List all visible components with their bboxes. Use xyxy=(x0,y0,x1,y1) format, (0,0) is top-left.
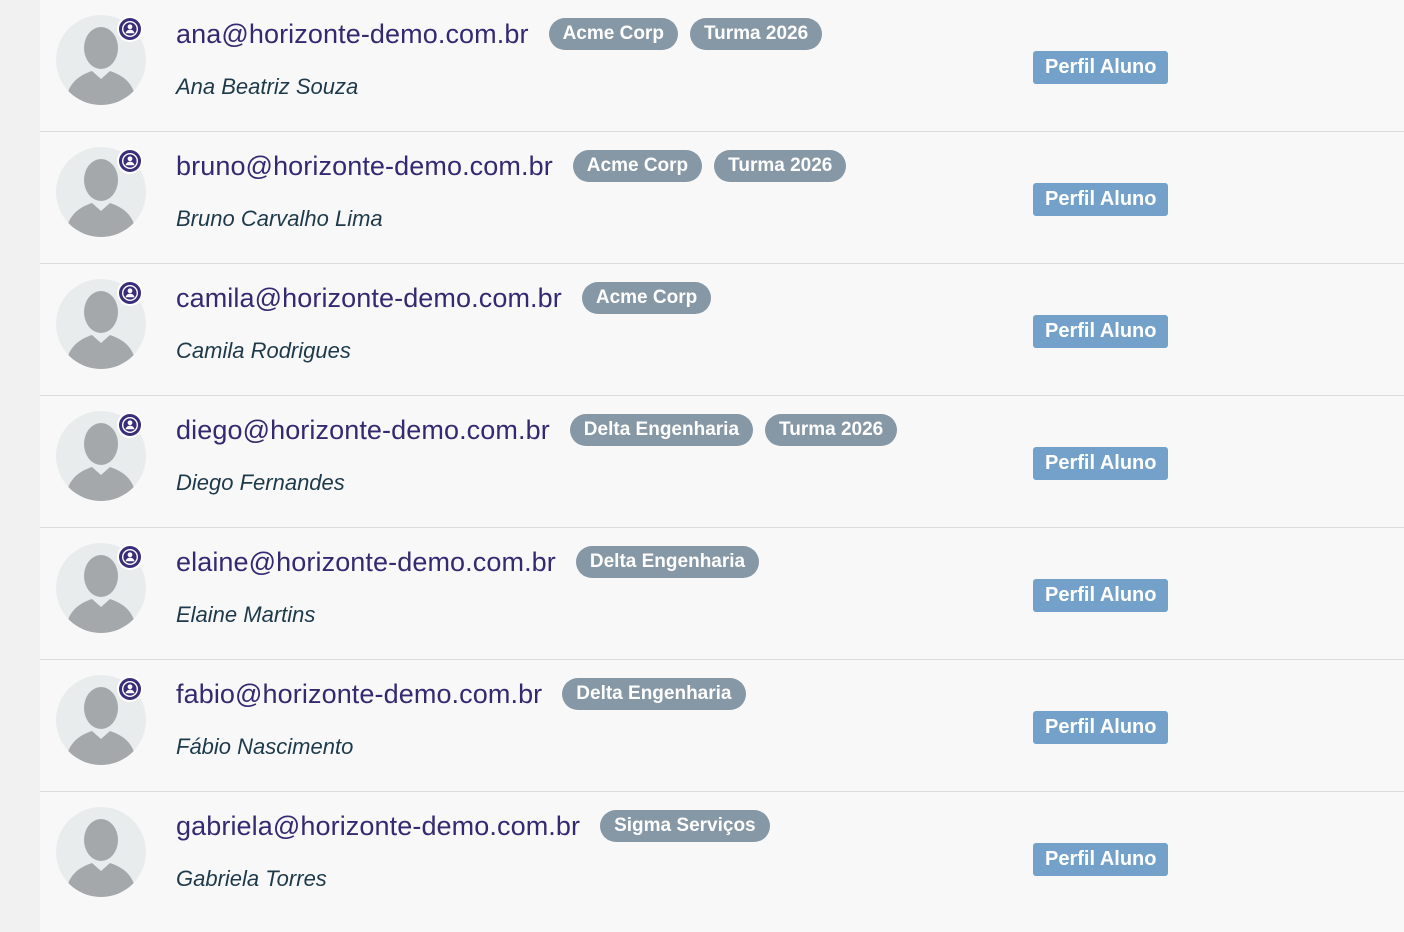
user-circle-icon xyxy=(119,282,141,304)
email-line: elaine@horizonte-demo.com.br Delta Engen… xyxy=(176,546,771,578)
group-tag: Delta Engenharia xyxy=(562,678,746,710)
user-full-name: Elaine Martins xyxy=(176,602,316,627)
avatar[interactable] xyxy=(56,807,146,897)
user-full-name: Camila Rodrigues xyxy=(176,338,351,363)
tag-group: Acme Corp xyxy=(581,282,723,314)
user-status-badge xyxy=(117,412,143,438)
profile-button[interactable]: Perfil Aluno xyxy=(1033,183,1169,216)
tag-group: Sigma Serviços xyxy=(600,810,782,842)
user-email[interactable]: gabriela@horizonte-demo.com.br xyxy=(176,811,580,842)
group-tag: Delta Engenharia xyxy=(569,414,754,446)
tag-group: Delta Engenharia xyxy=(575,546,771,578)
group-tag: Delta Engenharia xyxy=(575,546,760,578)
user-full-name: Ana Beatriz Souza xyxy=(176,74,359,99)
user-status-badge xyxy=(117,280,143,306)
user-full-name: Gabriela Torres xyxy=(176,866,327,891)
user-full-name: Bruno Carvalho Lima xyxy=(176,206,383,231)
group-tag: Turma 2026 xyxy=(714,150,847,182)
user-email[interactable]: ana@horizonte-demo.com.br xyxy=(176,19,529,50)
user-row[interactable]: ana@horizonte-demo.com.br Acme Corp Turma… xyxy=(40,0,1404,132)
email-line: bruno@horizonte-demo.com.br Acme Corp Tur… xyxy=(176,150,858,182)
user-list: ana@horizonte-demo.com.br Acme Corp Turma… xyxy=(40,0,1404,932)
profile-button[interactable]: Perfil Aluno xyxy=(1033,51,1169,84)
user-status-badge xyxy=(117,16,143,42)
group-tag: Acme Corp xyxy=(572,150,703,182)
user-row[interactable]: fabio@horizonte-demo.com.br Delta Engenh… xyxy=(40,660,1404,792)
profile-button[interactable]: Perfil Aluno xyxy=(1033,315,1169,348)
user-email[interactable]: diego@horizonte-demo.com.br xyxy=(176,415,550,446)
user-circle-icon xyxy=(119,678,141,700)
profile-button[interactable]: Perfil Aluno xyxy=(1033,711,1169,744)
person-silhouette-icon xyxy=(66,819,136,897)
user-email[interactable]: bruno@horizonte-demo.com.br xyxy=(176,151,553,182)
group-tag: Sigma Serviços xyxy=(600,810,770,842)
email-line: gabriela@horizonte-demo.com.br Sigma Ser… xyxy=(176,810,782,842)
email-line: fabio@horizonte-demo.com.br Delta Engenh… xyxy=(176,678,758,710)
profile-button[interactable]: Perfil Aluno xyxy=(1033,843,1169,876)
user-row[interactable]: diego@horizonte-demo.com.br Delta Engenh… xyxy=(40,396,1404,528)
user-status-badge xyxy=(117,544,143,570)
user-row[interactable]: bruno@horizonte-demo.com.br Acme Corp Tur… xyxy=(40,132,1404,264)
user-email[interactable]: fabio@horizonte-demo.com.br xyxy=(176,679,542,710)
email-line: diego@horizonte-demo.com.br Delta Engenh… xyxy=(176,414,909,446)
group-tag: Acme Corp xyxy=(548,18,678,50)
user-circle-icon xyxy=(119,18,141,40)
group-tag: Acme Corp xyxy=(581,282,712,314)
email-line: camila@horizonte-demo.com.br Acme Corp xyxy=(176,282,723,314)
user-row[interactable]: elaine@horizonte-demo.com.br Delta Engen… xyxy=(40,528,1404,660)
user-circle-icon xyxy=(119,414,141,436)
tag-group: Acme Corp Turma 2026 xyxy=(548,18,835,50)
user-status-badge xyxy=(117,148,143,174)
user-row[interactable]: gabriela@horizonte-demo.com.br Sigma Ser… xyxy=(40,792,1404,932)
user-circle-icon xyxy=(119,546,141,568)
user-full-name: Diego Fernandes xyxy=(176,470,345,495)
email-line: ana@horizonte-demo.com.br Acme Corp Turma… xyxy=(176,18,834,50)
user-full-name: Fábio Nascimento xyxy=(176,734,354,759)
group-tag: Turma 2026 xyxy=(689,18,823,50)
user-email[interactable]: elaine@horizonte-demo.com.br xyxy=(176,547,556,578)
tag-group: Delta Engenharia xyxy=(562,678,757,710)
user-status-badge xyxy=(117,676,143,702)
user-circle-icon xyxy=(119,150,141,172)
user-row[interactable]: camila@horizonte-demo.com.br Acme Corp C… xyxy=(40,264,1404,396)
tag-group: Delta Engenharia Turma 2026 xyxy=(569,414,909,446)
profile-button[interactable]: Perfil Aluno xyxy=(1033,447,1169,480)
profile-button[interactable]: Perfil Aluno xyxy=(1033,579,1169,612)
tag-group: Acme Corp Turma 2026 xyxy=(572,150,859,182)
user-email[interactable]: camila@horizonte-demo.com.br xyxy=(176,283,562,314)
group-tag: Turma 2026 xyxy=(765,414,898,446)
